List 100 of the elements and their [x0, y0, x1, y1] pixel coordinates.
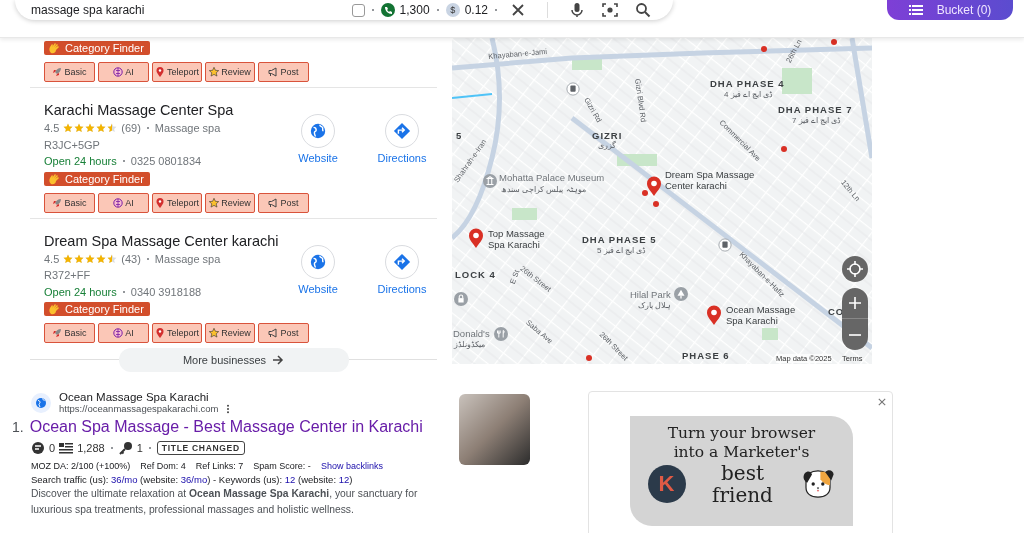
ai-tool-button[interactable]: AI [98, 192, 149, 213]
teleport-tool-button[interactable]: Teleport [152, 62, 202, 82]
search-query[interactable]: massage spa karachi [31, 3, 352, 17]
place-label: Hilal Park [630, 289, 671, 300]
bucket-button[interactable]: Bucket (0) [887, 0, 1013, 20]
result-snippet: Discover the ultimate relaxation at Ocean Massage Spa Karachi, your sanctuary for luxurious spa treatments, professional massages and holistic wellness. [31, 487, 419, 517]
place-dot[interactable] [781, 146, 787, 152]
basic-tool-button[interactable]: Basic [44, 62, 95, 82]
close-icon[interactable] [878, 398, 886, 406]
ad-banner[interactable]: Turn your browser into a Marketer's K best friend [630, 416, 853, 526]
more-options-icon[interactable] [226, 403, 231, 414]
site-name: Ocean Massage Spa Karachi [59, 391, 210, 403]
place-dot[interactable] [653, 201, 659, 207]
ai-tool-button[interactable]: AI [98, 323, 149, 343]
basic-tool-button[interactable]: Basic [44, 323, 95, 343]
opening-hours: Open 24 hours [44, 284, 117, 300]
ad-headline: Turn your browser into a Marketer's [666, 424, 817, 462]
star-icon [209, 67, 220, 77]
globe-icon [309, 122, 327, 140]
map-pin-icon[interactable] [468, 228, 484, 248]
list-icon [908, 3, 923, 17]
traffic-stats: Search traffic (us): 36/mo (website: 36/mo) - Keywords (us): 12 (website: 12) [31, 474, 354, 485]
rating-value: 4.5 [44, 251, 60, 267]
teleport-tool-button[interactable]: Teleport [152, 323, 202, 343]
review-tool-button[interactable]: Review [205, 323, 255, 343]
street-grid[interactable] [452, 38, 872, 364]
review-tool-button[interactable]: Review [205, 62, 255, 82]
area-label: DHA PHASE 4 [710, 78, 785, 89]
plus-code: R3JC+5GP [44, 137, 100, 153]
megaphone-icon [268, 197, 279, 208]
area-label: DHA PHASE 5 [582, 234, 657, 245]
logo: K [647, 465, 686, 503]
place-label: موہٹہ پیلس کراچی سندھ [501, 185, 586, 194]
microphone-icon[interactable] [569, 2, 585, 18]
area-label: 5 [456, 130, 463, 141]
park-area [762, 328, 778, 340]
ad-tagline: best friend [711, 462, 774, 506]
category-finder-button[interactable]: Category Finder [44, 302, 150, 316]
area-label: LOCK 4 [455, 269, 496, 280]
seo-stat: Spam Score: - [253, 461, 311, 471]
map-pin-icon [155, 328, 165, 338]
zoom-in-button[interactable] [842, 288, 868, 319]
map-pin-label[interactable]: Top Massage Spa Karachi [488, 228, 554, 248]
ai-tool-button[interactable]: AI [98, 62, 149, 82]
map-pin-icon[interactable] [706, 305, 722, 325]
business-name[interactable]: Karachi Massage Center Spa [44, 100, 283, 120]
bus-icon [566, 82, 580, 96]
rocket-icon [52, 328, 63, 338]
area-label: DHA PHASE 7 [778, 104, 853, 115]
metric-value: 1 [136, 442, 143, 454]
basic-tool-button[interactable]: Basic [44, 192, 95, 213]
search-bar[interactable]: massage spa karachi 1,300 $ 0.12 [15, 0, 673, 20]
seo-stat: Ref Dom: 4 [140, 461, 186, 471]
waving-hand-icon [48, 303, 60, 315]
place-dot[interactable] [761, 46, 767, 52]
post-tool-button[interactable]: Post [258, 192, 309, 213]
metric-value: 1,288 [77, 442, 105, 454]
traffic-link[interactable]: 36/mo [111, 474, 138, 485]
map-pin-label[interactable]: Dream Spa Massage Center karachi [665, 169, 765, 189]
close-icon[interactable] [510, 2, 526, 18]
photo-placeholder [459, 394, 530, 465]
zoom-out-button[interactable] [842, 319, 868, 350]
review-tool-button[interactable]: Review [205, 192, 255, 213]
business-name[interactable]: Dream Spa Massage Center karachi [44, 230, 283, 251]
category-finder-button[interactable]: Category Finder [44, 171, 150, 186]
camera-icon[interactable] [602, 2, 618, 18]
teleport-tool-button[interactable]: Teleport [152, 192, 202, 213]
globe-icon [309, 252, 327, 271]
plus-code: R372+FF [44, 268, 91, 283]
result-title-link[interactable]: Ocean Spa Massage - Best Massage Center in Karachi [29, 418, 423, 436]
place-dot[interactable] [642, 190, 648, 196]
park-area [512, 208, 537, 220]
business-category: Massage spa [154, 251, 221, 267]
directions-link[interactable]: Directions [367, 114, 437, 170]
area-label: GIZRI [592, 130, 623, 141]
business-category: Massage spa [154, 121, 221, 136]
post-tool-button[interactable]: Post [258, 62, 309, 82]
search-volume: 1,300 [399, 3, 430, 17]
traffic-link[interactable]: 12 [284, 474, 296, 485]
more-businesses-button[interactable]: More businesses [118, 348, 349, 372]
map-pin-label[interactable]: Ocean Massage Spa Karachi [726, 304, 800, 324]
show-backlinks-link[interactable]: Show backlinks [320, 461, 383, 471]
category-finder-button[interactable]: Category Finder [44, 41, 150, 55]
map-pin-icon [155, 197, 165, 208]
website-link[interactable]: Website [283, 114, 353, 170]
directions-link[interactable]: Directions [367, 244, 437, 300]
place-label: میکڈونلڈز [454, 340, 485, 349]
search-icon[interactable] [635, 2, 651, 18]
place-dot[interactable] [586, 355, 592, 361]
site-url: https://oceanmassagespakarachi.com [59, 403, 219, 414]
lock-icon [454, 292, 468, 306]
opening-hours: Open 24 hours [44, 154, 117, 169]
rocket-icon [52, 197, 63, 208]
post-tool-button[interactable]: Post [258, 323, 309, 343]
review-count: (69) [121, 121, 141, 136]
star-icon [209, 328, 220, 338]
checkbox[interactable] [351, 3, 365, 17]
place-dot[interactable] [831, 39, 837, 45]
website-link[interactable]: Website [283, 244, 353, 300]
map-pin-icon[interactable] [646, 176, 662, 196]
